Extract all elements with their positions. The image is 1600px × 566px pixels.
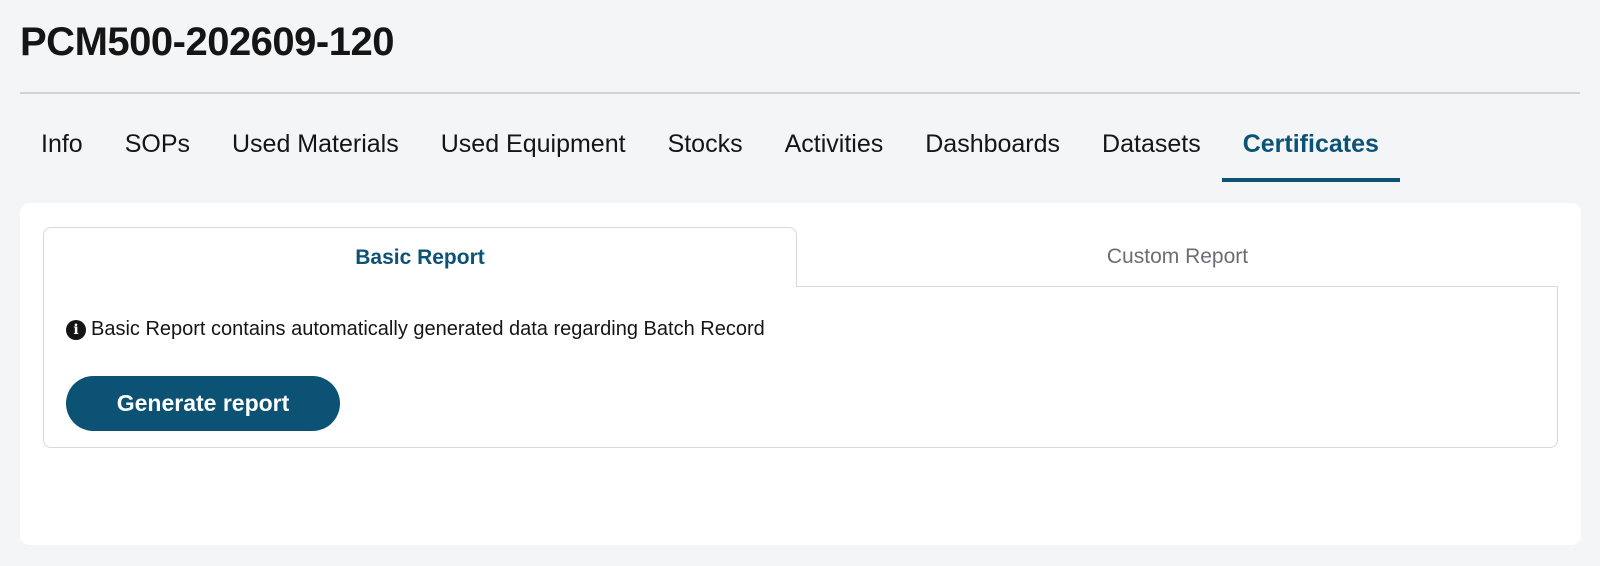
tab-certificates[interactable]: Certificates <box>1221 112 1401 182</box>
tab-used-equipment[interactable]: Used Equipment <box>420 112 647 182</box>
tab-dashboards[interactable]: Dashboards <box>904 112 1081 182</box>
main-tabs: Info SOPs Used Materials Used Equipment … <box>20 112 1401 182</box>
tab-datasets[interactable]: Datasets <box>1081 112 1222 182</box>
report-tabs: Basic Report Custom Report <box>43 227 1558 287</box>
page-title: PCM500-202609-120 <box>20 20 394 64</box>
tab-used-materials[interactable]: Used Materials <box>211 112 420 182</box>
generate-report-button[interactable]: Generate report <box>66 376 340 431</box>
tab-stocks[interactable]: Stocks <box>647 112 764 182</box>
tab-activities[interactable]: Activities <box>764 112 905 182</box>
header-divider <box>20 92 1580 94</box>
info-message: i Basic Report contains automatically ge… <box>66 318 765 341</box>
page: PCM500-202609-120 Info SOPs Used Materia… <box>0 0 1600 566</box>
tab-basic-report[interactable]: Basic Report <box>43 227 797 287</box>
info-circle-icon: i <box>66 319 86 340</box>
tab-custom-report[interactable]: Custom Report <box>797 227 1558 287</box>
info-text: Basic Report contains automatically gene… <box>91 318 765 340</box>
tab-sops[interactable]: SOPs <box>104 112 211 182</box>
tab-info[interactable]: Info <box>20 112 104 182</box>
certificates-card: Basic Report Custom Report i Basic Repor… <box>20 203 1581 545</box>
basic-report-panel: i Basic Report contains automatically ge… <box>43 286 1558 448</box>
